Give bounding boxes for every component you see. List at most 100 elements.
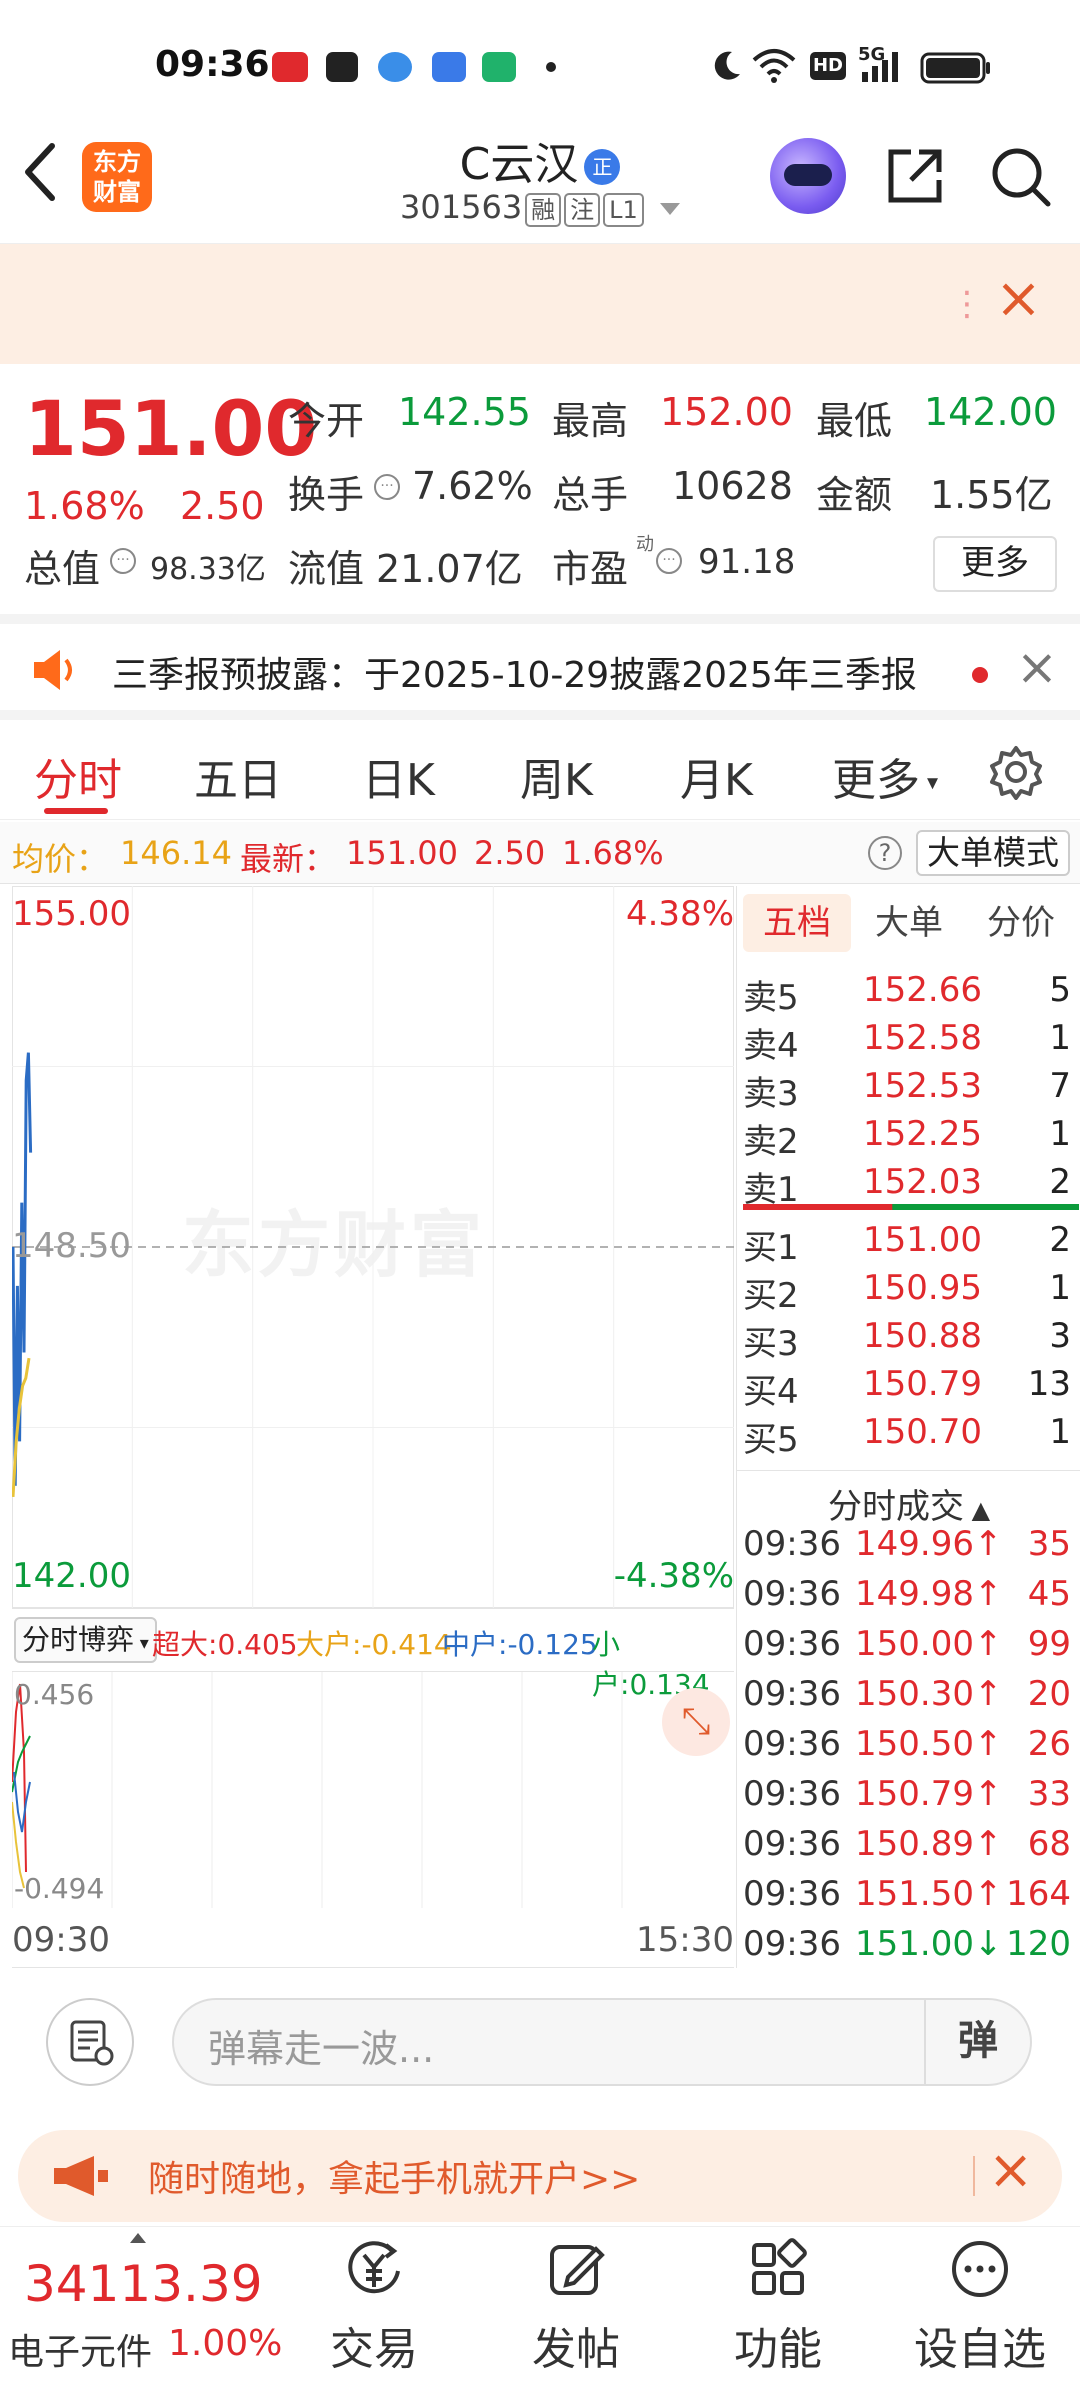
direction-arrow-icon: ↑	[973, 1574, 1003, 1614]
moon-icon	[714, 51, 740, 80]
tag-level: L1	[603, 193, 644, 227]
order-book-tabs: 五档 大单 分价	[737, 886, 1080, 962]
nav-post[interactable]: 发帖	[496, 2237, 656, 2377]
level-price: 152.03	[863, 1162, 982, 1202]
level-label: 买4	[743, 1372, 799, 1412]
level-volume: 2	[1049, 1220, 1071, 1260]
tab-price-distribution[interactable]: 分价	[967, 894, 1075, 952]
close-icon[interactable]: ×	[995, 264, 1042, 334]
market-cap-value: 98.33亿	[150, 552, 266, 587]
active-tab-indicator	[44, 808, 108, 814]
tab-monthly-k[interactable]: 月K	[680, 744, 753, 808]
tab-daily-k[interactable]: 日K	[362, 744, 435, 808]
badge-icon: 正	[584, 149, 621, 185]
deal-row: 09:36 151.00↓ 120	[743, 1924, 1079, 1972]
open-label: 今开	[288, 399, 365, 443]
y-top-pct: 4.38%	[625, 894, 734, 934]
level-label: 买2	[743, 1276, 799, 1316]
settings-gear-icon[interactable]	[988, 744, 1044, 800]
info-icon[interactable]: ···	[110, 548, 136, 574]
level-volume: 2	[1049, 1162, 1071, 1202]
level-label: 卖4	[743, 1026, 799, 1066]
dropdown-icon	[659, 203, 680, 215]
bid-row: 买1 151.00 2	[743, 1220, 1079, 1268]
nav-trade[interactable]: 交易	[294, 2237, 454, 2377]
bid-row: 买4 150.79 13	[743, 1364, 1079, 1412]
deal-row: 09:36 150.89↑ 68	[743, 1824, 1079, 1872]
level-label: 卖2	[743, 1122, 799, 1162]
dot-icon	[546, 62, 556, 72]
turnover-value: 7.62%	[412, 464, 533, 508]
trade-icon	[348, 2241, 400, 2294]
close-icon[interactable]: ×	[988, 2138, 1033, 2201]
deals-title[interactable]: 分时成交 ▲	[737, 1470, 1080, 1528]
ai-assistant-icon[interactable]	[770, 138, 846, 214]
direction-arrow-icon: ↑	[973, 1524, 1003, 1564]
high-label: 最高	[552, 399, 629, 443]
nav-add-watchlist[interactable]: 设自选	[900, 2237, 1060, 2377]
volume-value: 10628	[672, 464, 793, 508]
deal-row: 09:36 149.96↑ 35	[743, 1524, 1079, 1572]
stock-code: 301563	[400, 188, 523, 226]
notice-bar[interactable]: 三季报预披露：于2025-10-29披露2025年三季报 ×	[0, 614, 1080, 720]
deal-price: 149.96↑	[855, 1524, 1003, 1564]
level-price: 152.25	[863, 1114, 982, 1154]
tab-weekly-k[interactable]: 周K	[520, 744, 593, 808]
latest-value: 151.00	[346, 834, 458, 872]
more-dots-icon[interactable]: ⋮	[950, 284, 984, 324]
share-icon[interactable]	[885, 146, 945, 206]
direction-arrow-icon: ↑	[973, 1674, 1003, 1714]
level-label: 卖3	[743, 1074, 799, 1114]
close-icon[interactable]: ×	[1016, 638, 1058, 696]
tab-big-orders[interactable]: 大单	[859, 894, 959, 952]
amount-value: 1.55亿	[930, 473, 1053, 517]
comment-list-icon[interactable]	[46, 1998, 134, 2086]
index-value: 34113.39	[24, 2255, 263, 2313]
ad-banner[interactable]: ⋮ ×	[0, 244, 1080, 364]
level-price: 152.58	[863, 1018, 982, 1058]
tab-intraday[interactable]: 分时	[34, 744, 122, 808]
order-book-panel: 五档 大单 分价 卖5 152.66 5 卖4 152.58 1 卖3 152.53 7 卖2 15…	[736, 886, 1080, 1968]
account-promo-banner[interactable]: 随时随地，拿起手机就开户>> ×	[18, 2130, 1062, 2222]
super-large-flow: 超大:0.405	[152, 1628, 298, 1661]
level-price: 150.79	[863, 1364, 982, 1404]
price-line	[12, 1052, 33, 1486]
expand-icon[interactable]: ⤡	[662, 1688, 730, 1756]
nav-functions[interactable]: 功能	[698, 2237, 858, 2377]
danmu-toggle-button[interactable]: 弹	[924, 1998, 1030, 2086]
more-button[interactable]: 更多	[933, 536, 1057, 592]
direction-arrow-icon: ↑	[973, 1824, 1003, 1864]
deal-volume: 99	[1027, 1624, 1071, 1664]
flow-bottom-label: -0.494	[14, 1872, 105, 1905]
deal-price: 150.79↑	[855, 1774, 1003, 1814]
ask-row: 卖1 152.03 2	[743, 1162, 1079, 1210]
tab-more[interactable]: 更多 ▾	[832, 744, 938, 808]
flow-selector[interactable]: 分时博弈 ▾	[14, 1617, 157, 1663]
price-change: 2.50	[180, 484, 265, 528]
info-icon[interactable]: ···	[656, 548, 682, 574]
intraday-chart[interactable]: 东方财富 155.00 4.38% 148.50 142.00 -4.38%	[12, 886, 734, 1608]
pe-superscript: 动	[636, 534, 654, 555]
deal-volume: 45	[1027, 1574, 1071, 1614]
tab-five-levels[interactable]: 五档	[743, 894, 851, 952]
direction-arrow-icon: ↑	[973, 1724, 1003, 1764]
deal-time: 09:36	[743, 1674, 841, 1714]
big-order-mode-button[interactable]: 大单模式	[916, 830, 1070, 876]
deal-volume: 26	[1027, 1724, 1071, 1764]
info-icon[interactable]: ···	[374, 474, 400, 500]
level-price: 150.95	[863, 1268, 982, 1308]
fund-flow-chart[interactable]: 0.456 -0.494 ⤡	[12, 1672, 734, 1908]
index-ticker[interactable]: 34113.39 电子元件 1.00%	[0, 2227, 290, 2401]
comment-input[interactable]: 弹幕走一波... 弹	[172, 1998, 1032, 2086]
tab-five-day[interactable]: 五日	[194, 744, 282, 808]
deal-row: 09:36 149.98↑ 45	[743, 1574, 1079, 1622]
tag-registered: 注	[564, 193, 601, 227]
quote-panel: 151.00 1.68% 2.50 今开 142.55 最高 152.00 最低…	[0, 364, 1080, 614]
help-icon[interactable]: ?	[868, 836, 902, 870]
level-label: 买3	[743, 1324, 799, 1364]
pe-value: 91.18	[698, 542, 796, 582]
search-icon[interactable]	[990, 146, 1052, 208]
level-label: 买5	[743, 1420, 799, 1460]
deal-price: 150.30↑	[855, 1674, 1003, 1714]
level-volume: 1	[1049, 1114, 1071, 1154]
